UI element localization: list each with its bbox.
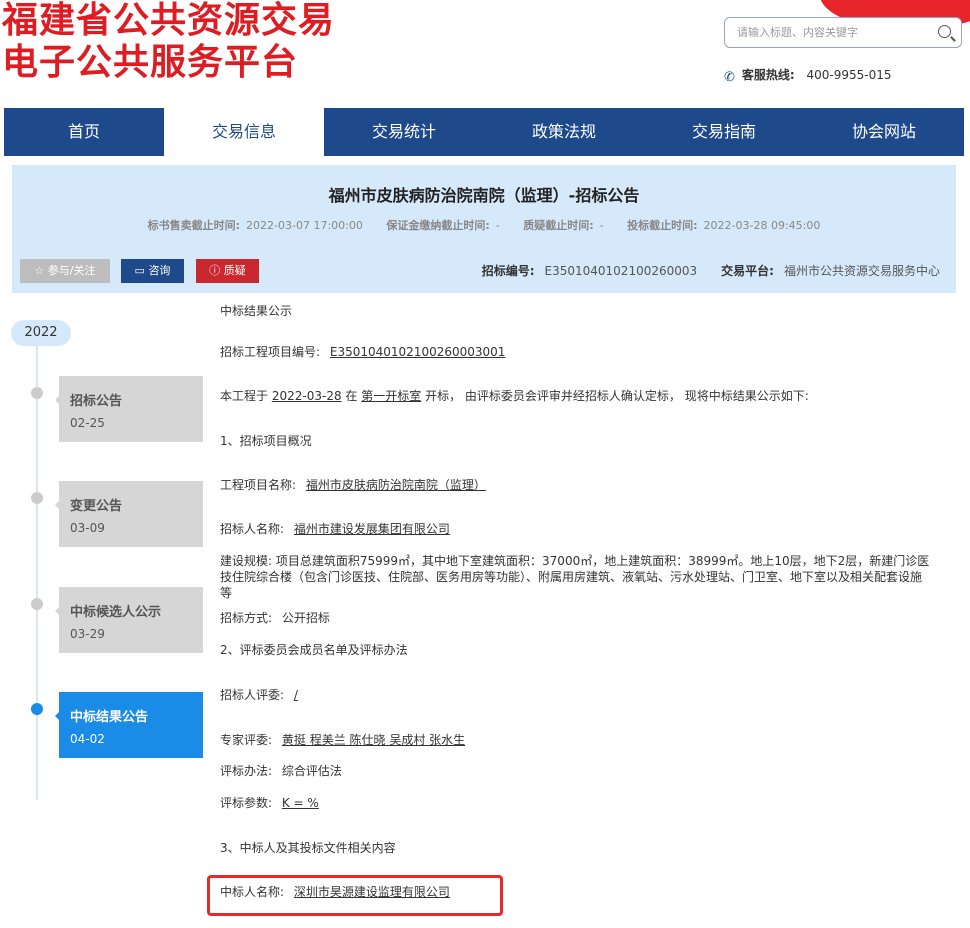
notice-meta: 招标编号: E3501040102100260003 交易平台: 福州市公共资源交易服… — [482, 262, 940, 279]
deadline-value: - — [599, 219, 604, 232]
experts-row: 专家评委: 黄挺 程美兰 陈仕晓 吴成村 张水生 — [220, 731, 465, 748]
eval-param-value: K = % — [281, 796, 319, 810]
eval-method-row: 评标办法: 综合评估法 — [220, 762, 342, 779]
logo-line2: 电子公共服务平台 — [2, 42, 299, 83]
notice-header: 福州市皮肤病防治院南院（监理）-招标公告 标书售卖截止时间: 2022-03-07… — [12, 165, 956, 293]
deadline-value: - — [495, 219, 500, 232]
hotline-label: 客服热线: — [741, 68, 795, 82]
experts-label: 专家评委: — [220, 733, 273, 747]
timeline-item-date: 03-29 — [70, 627, 105, 641]
timeline-item-name: 变更公告 — [70, 499, 123, 514]
timeline-item-candidate-notice[interactable]: 中标候选人公示 03-29 — [55, 587, 203, 653]
deadline-label: 投标截止时间: — [627, 219, 698, 232]
project-no-value: E3501040102100260003001 — [329, 345, 506, 359]
project-name-label: 工程项目名称: — [220, 478, 297, 492]
platform-value: 福州市公共资源交易服务中心 — [783, 264, 940, 278]
notice-title: 福州市皮肤病防治院南院（监理）-招标公告 — [328, 186, 640, 205]
timeline-item-tender-notice[interactable]: 招标公告 02-25 — [55, 376, 203, 442]
query-button[interactable]: ⓘ 质疑 — [196, 259, 259, 283]
code-label: 招标编号: — [481, 264, 535, 278]
owner-judge-label: 招标人评委: — [220, 688, 285, 702]
tenderer-value: 福州市建设发展集团有限公司 — [293, 522, 450, 536]
timeline-item-name: 中标候选人公示 — [70, 605, 162, 620]
project-name-row: 工程项目名称: 福州市皮肤病防治院南院（监理） — [220, 476, 486, 493]
site-logo[interactable]: 福建省公共资源交易 电子公共服务平台 — [2, 0, 335, 84]
method-label: 招标方式: — [220, 611, 273, 625]
nav-item-guide[interactable]: 交易指南 — [644, 108, 804, 156]
project-name-value: 福州市皮肤病防治院南院（监理） — [305, 478, 486, 492]
intro-row: 本工程于 2022-03-28 在 第一开标室 开标， 由评标委员会评审并经招标… — [220, 387, 809, 404]
search-input[interactable] — [725, 18, 927, 47]
timeline-item-date: 03-09 — [70, 521, 105, 535]
search-box — [724, 17, 962, 48]
platform-label: 交易平台: — [721, 264, 774, 278]
timeline-dot — [31, 598, 43, 610]
section-2-title: 2、评标委员会成员名单及评标办法 — [220, 643, 408, 657]
nav-item-home[interactable]: 首页 — [4, 108, 164, 156]
nav-item-trade-info[interactable]: 交易信息 — [164, 108, 324, 156]
eval-param-label: 评标参数: — [220, 796, 273, 810]
timeline-item-date: 02-25 — [70, 416, 105, 430]
logo-line1: 福建省公共资源交易 — [2, 0, 336, 41]
timeline-dot — [31, 387, 43, 399]
timeline-item-name: 中标结果公告 — [70, 710, 149, 725]
intro-text-b: 在 — [345, 389, 358, 403]
nav-item-policy[interactable]: 政策法规 — [484, 108, 644, 156]
deadline-value: 2022-03-28 09:45:00 — [703, 219, 821, 232]
timeline-item-name: 招标公告 — [70, 394, 123, 409]
timeline-dot-active — [31, 703, 43, 715]
project-no-row: 招标工程项目编号: E3501040102100260003001 — [220, 343, 505, 360]
intro-date: 2022-03-28 — [271, 389, 342, 403]
question-icon: ⓘ — [209, 264, 224, 277]
winner-highlight-box — [207, 875, 503, 916]
nav-item-association[interactable]: 协会网站 — [804, 108, 964, 156]
deadline-value: 2022-03-07 17:00:00 — [246, 219, 363, 232]
phone-icon: ✆ — [724, 70, 735, 85]
deadline-label: 标书售卖截止时间: — [147, 219, 241, 232]
timeline-line — [36, 345, 38, 800]
nav-item-trade-stats[interactable]: 交易统计 — [324, 108, 484, 156]
intro-text-a: 本工程于 — [220, 389, 269, 403]
hotline-number: 400-9955-015 — [806, 68, 892, 82]
owner-judge-value: / — [293, 688, 298, 702]
search-icon[interactable] — [938, 25, 951, 38]
experts-value: 黄挺 程美兰 陈仕晓 吴成村 张水生 — [281, 733, 466, 747]
chat-icon: ▭ — [134, 264, 149, 277]
notice-deadlines: 标书售卖截止时间: 2022-03-07 17:00:00 保证金缴纳截止时间: -… — [12, 217, 956, 233]
intro-text-c: 开标， 由评标委员会评审并经招标人确认定标， 现将中标结果公示如下: — [425, 389, 809, 403]
timeline-item-date: 04-02 — [70, 732, 105, 746]
scale-text: 建设规模: 项目总建筑面积75999㎡，其中地下室建筑面积：37000㎡，地上建… — [220, 554, 930, 600]
timeline-item-result-notice[interactable]: 中标结果公告 04-02 — [55, 692, 203, 758]
query-label: 质疑 — [223, 264, 246, 277]
main-nav: 首页 交易信息 交易统计 政策法规 交易指南 协会网站 — [4, 108, 964, 156]
content-heading: 中标结果公示 — [220, 304, 293, 318]
consult-label: 咨询 — [148, 264, 171, 277]
timeline-dot — [31, 492, 43, 504]
site-header: 福建省公共资源交易 电子公共服务平台 ✆ 客服热线: 400-9955-015 — [0, 0, 970, 108]
section-1-title: 1、招标项目概况 — [220, 434, 312, 448]
section-3-title: 3、中标人及其投标文件相关内容 — [220, 841, 396, 855]
method-value: 公开招标 — [281, 611, 330, 625]
timeline-item-change-notice[interactable]: 变更公告 03-09 — [55, 481, 203, 547]
owner-judge-row: 招标人评委: / — [220, 686, 298, 703]
eval-param-row: 评标参数: K = % — [220, 794, 319, 811]
project-no-label: 招标工程项目编号: — [220, 345, 321, 359]
hotline: ✆ 客服热线: 400-9955-015 — [724, 66, 892, 85]
timeline-year: 2022 — [11, 320, 71, 346]
code-value: E3501040102100260003 — [544, 264, 698, 278]
method-row: 招标方式: 公开招标 — [220, 609, 330, 626]
deadline-label: 质疑截止时间: — [523, 219, 594, 232]
tenderer-label: 招标人名称: — [220, 522, 285, 536]
tenderer-row: 招标人名称: 福州市建设发展集团有限公司 — [220, 520, 450, 537]
consult-button[interactable]: ▭ 咨询 — [121, 259, 184, 283]
eval-method-label: 评标办法: — [220, 764, 273, 778]
follow-button[interactable]: ☆ 参与/关注 — [20, 259, 110, 283]
intro-room: 第一开标室 — [361, 389, 422, 403]
eval-method-value: 综合评估法 — [281, 764, 342, 778]
deadline-label: 保证金缴纳截止时间: — [386, 219, 490, 232]
